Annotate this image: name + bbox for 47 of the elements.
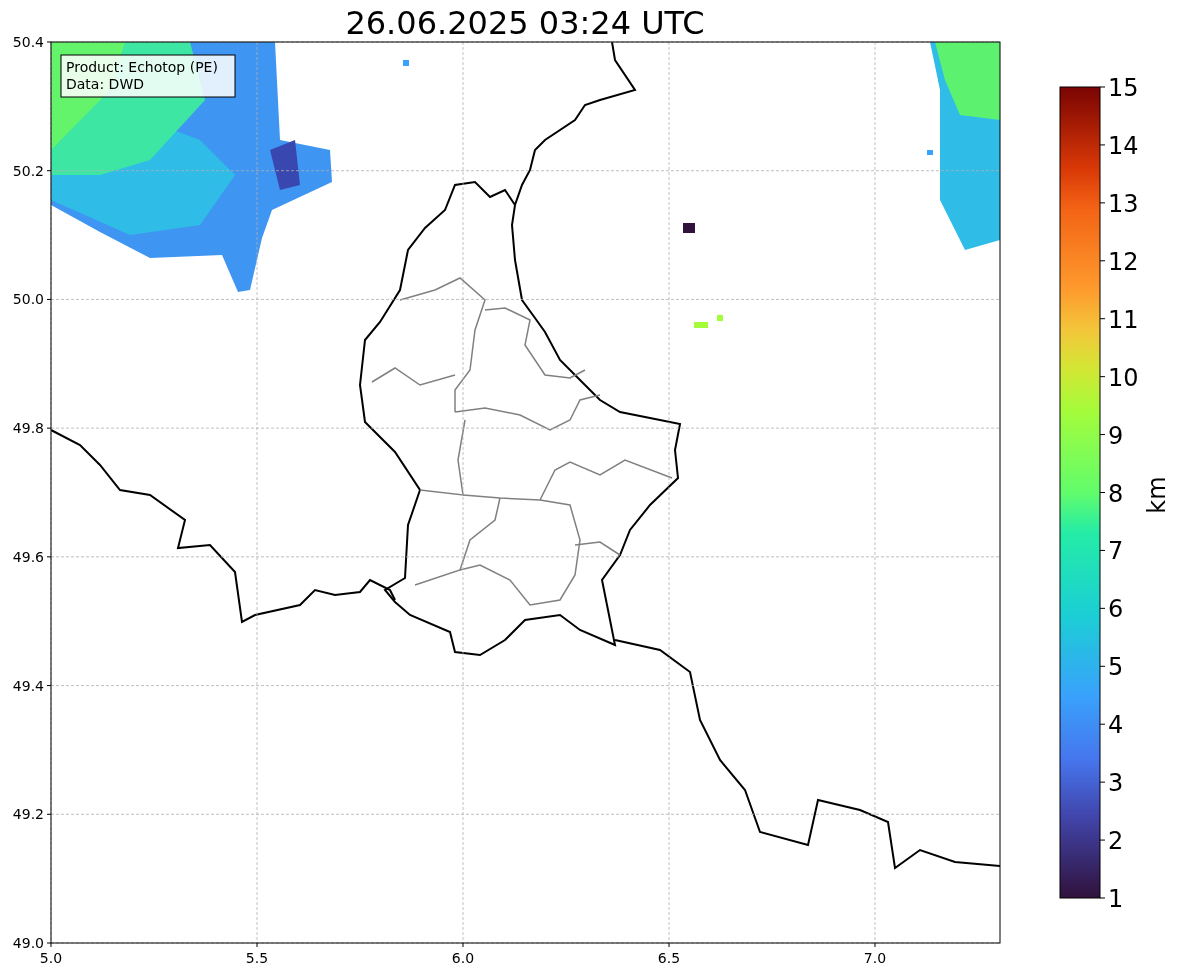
tick-mark	[1099, 492, 1106, 493]
chart-title: 26.06.2025 03:24 UTC	[345, 4, 705, 42]
colorbar-tick-label: 4	[1108, 711, 1124, 740]
info-text: Data: DWD	[66, 76, 144, 92]
colorbar-tick-label: 14	[1108, 131, 1139, 160]
colorbar-tick-label: 1	[1108, 885, 1124, 913]
tick-mark	[1099, 202, 1106, 204]
colorbar-tick-label: 12	[1108, 247, 1139, 276]
tick-mark	[1099, 607, 1106, 609]
x-tick-label: 7.0	[863, 950, 887, 966]
x-tick-label: 5.5	[245, 950, 269, 966]
y-tick-label: 49.6	[12, 548, 44, 565]
tick-mark	[1099, 318, 1106, 320]
colorbar-tick-label: 8	[1108, 479, 1124, 508]
tick-mark	[1099, 376, 1106, 378]
tick-mark	[1099, 144, 1106, 146]
tick-mark	[1099, 839, 1106, 841]
x-tick-label: 5.0	[39, 950, 63, 966]
x-tick-label: 6.0	[451, 950, 475, 966]
colorbar-tick-label: 15	[1108, 74, 1139, 102]
colorbar-tick-label: 9	[1108, 421, 1124, 450]
colorbar-tick-label: 2	[1108, 827, 1124, 856]
colorbar-tick-label: 13	[1108, 189, 1139, 218]
colorbar-tick-label: 7	[1108, 537, 1124, 566]
tick-mark	[1099, 665, 1106, 667]
y-tick-label: 50.4	[12, 34, 44, 50]
info-text: Product: Echotop (PE)	[66, 59, 218, 75]
y-tick-label: 49.4	[12, 677, 44, 694]
tick-mark	[1099, 781, 1106, 783]
tick-mark	[1099, 723, 1106, 725]
tick-mark	[1099, 434, 1106, 436]
y-tick-label: 49.8	[12, 420, 44, 437]
colorbar-tick-label: 6	[1108, 595, 1124, 624]
y-tick-label: 50.0	[12, 291, 44, 308]
tick-mark	[1099, 260, 1106, 262]
colorbar-tick-label: 3	[1108, 769, 1124, 798]
y-tick-label: 49.2	[12, 806, 44, 823]
tick-mark	[1099, 897, 1106, 899]
tick-mark	[1099, 549, 1106, 551]
colorbar-tick-label: 10	[1108, 363, 1139, 392]
y-tick-label: 49.0	[12, 935, 44, 951]
x-tick-label: 6.5	[657, 950, 681, 966]
colorbar-label: km	[1143, 476, 1171, 514]
tick-mark	[1099, 86, 1106, 88]
y-tick-label: 50.2	[12, 162, 44, 179]
colorbar-tick-label: 5	[1108, 653, 1124, 682]
colorbar-tick-label: 11	[1108, 305, 1139, 334]
